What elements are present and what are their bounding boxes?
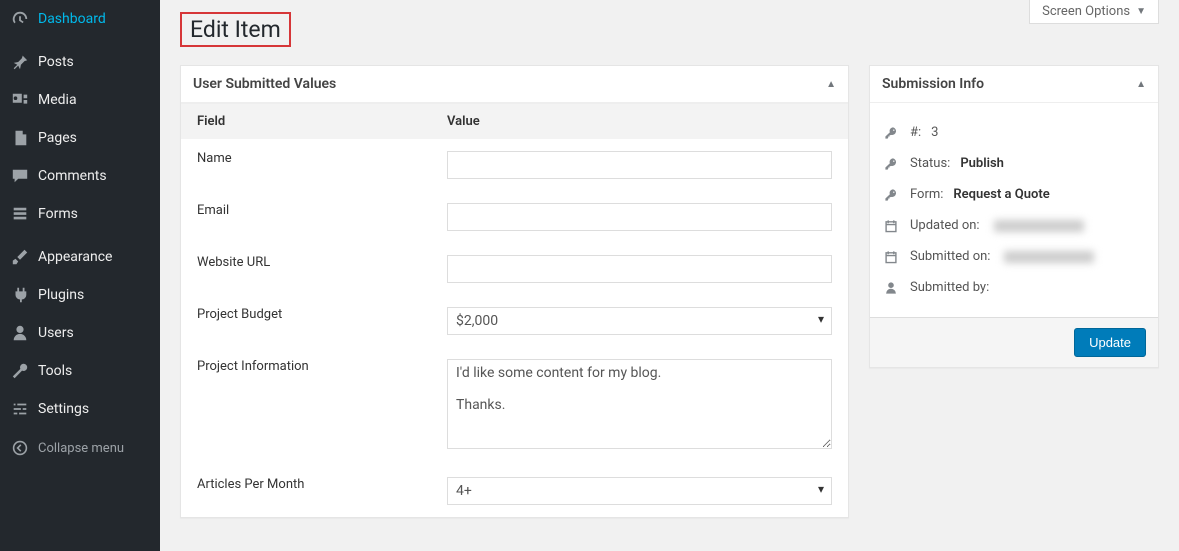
info-form: Form: Request a Quote bbox=[884, 179, 1144, 210]
nav-appearance[interactable]: Appearance bbox=[0, 238, 160, 276]
values-panel-header[interactable]: User Submitted Values ▲ bbox=[181, 66, 848, 103]
key-icon bbox=[884, 157, 900, 171]
collapse-label: Collapse menu bbox=[38, 441, 124, 456]
nav-settings[interactable]: Settings bbox=[0, 390, 160, 428]
info-value: Publish bbox=[960, 156, 1004, 171]
user-icon bbox=[884, 281, 900, 295]
nav-plugins[interactable]: Plugins bbox=[0, 276, 160, 314]
brush-icon bbox=[10, 247, 30, 267]
submission-panel: Submission Info ▲ #: 3 Status: Publish bbox=[869, 65, 1159, 368]
nav-label: Users bbox=[38, 325, 74, 341]
admin-sidebar: Dashboard Posts Media Pages Comments For… bbox=[0, 0, 160, 551]
media-icon bbox=[10, 90, 30, 110]
plug-icon bbox=[10, 285, 30, 305]
submission-panel-title: Submission Info bbox=[882, 76, 984, 92]
info-label: Form: bbox=[910, 187, 943, 202]
info-submitted: Submitted on: bbox=[884, 241, 1144, 272]
collapse-menu[interactable]: Collapse menu bbox=[0, 428, 160, 468]
info-updated: Updated on: bbox=[884, 210, 1144, 241]
calendar-icon bbox=[884, 219, 900, 233]
field-label: Name bbox=[181, 139, 431, 191]
nav-forms[interactable]: Forms bbox=[0, 195, 160, 233]
nav-label: Forms bbox=[38, 206, 78, 222]
nav-label: Posts bbox=[38, 54, 74, 70]
pin-icon bbox=[10, 52, 30, 72]
nav-label: Pages bbox=[38, 130, 77, 146]
nav-label: Media bbox=[38, 92, 77, 108]
pages-icon bbox=[10, 128, 30, 148]
nav-dashboard[interactable]: Dashboard bbox=[0, 0, 160, 38]
values-panel: User Submitted Values ▲ Field Value bbox=[180, 65, 849, 518]
email-input[interactable] bbox=[447, 203, 832, 231]
key-icon bbox=[884, 188, 900, 202]
nav-media[interactable]: Media bbox=[0, 81, 160, 119]
row-name: Name bbox=[181, 139, 848, 191]
screen-options-tab[interactable]: Screen Options ▼ bbox=[1029, 0, 1159, 24]
info-label: Submitted on: bbox=[910, 249, 990, 264]
main-content: Screen Options ▼ Edit Item User Submitte… bbox=[160, 0, 1179, 551]
field-label: Website URL bbox=[181, 243, 431, 295]
wrench-icon bbox=[10, 361, 30, 381]
redacted-value bbox=[994, 220, 1084, 232]
info-label: Updated on: bbox=[910, 218, 980, 233]
budget-select[interactable]: $2,000 bbox=[447, 307, 832, 335]
triangle-up-icon: ▲ bbox=[826, 79, 836, 90]
info-label: Submitted by: bbox=[910, 280, 989, 295]
row-email: Email bbox=[181, 191, 848, 243]
nav-label: Comments bbox=[38, 168, 107, 184]
info-by: Submitted by: bbox=[884, 272, 1144, 303]
nav-users[interactable]: Users bbox=[0, 314, 160, 352]
field-label: Project Information bbox=[181, 347, 431, 465]
screen-options-label: Screen Options bbox=[1042, 4, 1130, 19]
col-value: Value bbox=[431, 104, 848, 140]
user-icon bbox=[10, 323, 30, 343]
nav-label: Tools bbox=[38, 363, 72, 379]
key-icon bbox=[884, 126, 900, 140]
field-label: Email bbox=[181, 191, 431, 243]
collapse-icon bbox=[10, 438, 30, 458]
nav-label: Dashboard bbox=[38, 11, 106, 27]
dashboard-icon bbox=[10, 9, 30, 29]
submission-panel-header[interactable]: Submission Info ▲ bbox=[870, 66, 1158, 103]
nav-comments[interactable]: Comments bbox=[0, 157, 160, 195]
info-value: Request a Quote bbox=[953, 187, 1049, 202]
comments-icon bbox=[10, 166, 30, 186]
name-input[interactable] bbox=[447, 151, 832, 179]
row-articles: Articles Per Month 4+ bbox=[181, 465, 848, 517]
nav-pages[interactable]: Pages bbox=[0, 119, 160, 157]
info-label: #: bbox=[910, 125, 921, 140]
articles-select[interactable]: 4+ bbox=[447, 477, 832, 505]
caret-down-icon: ▼ bbox=[1136, 6, 1146, 17]
nav-posts[interactable]: Posts bbox=[0, 43, 160, 81]
redacted-value bbox=[1004, 251, 1094, 263]
col-field: Field bbox=[181, 104, 431, 140]
sliders-icon bbox=[10, 399, 30, 419]
nav-label: Settings bbox=[38, 401, 89, 417]
website-input[interactable] bbox=[447, 255, 832, 283]
forms-icon bbox=[10, 204, 30, 224]
page-title: Edit Item bbox=[180, 12, 291, 47]
nav-label: Appearance bbox=[38, 249, 112, 265]
values-table: Field Value Name Email bbox=[181, 103, 848, 517]
info-status: Status: Publish bbox=[884, 148, 1144, 179]
nav-label: Plugins bbox=[38, 287, 84, 303]
row-budget: Project Budget $2,000 bbox=[181, 295, 848, 347]
calendar-icon bbox=[884, 250, 900, 264]
info-label: Status: bbox=[910, 156, 950, 171]
info-value: 3 bbox=[931, 125, 938, 140]
field-label: Project Budget bbox=[181, 295, 431, 347]
row-website: Website URL bbox=[181, 243, 848, 295]
field-label: Articles Per Month bbox=[181, 465, 431, 517]
nav-tools[interactable]: Tools bbox=[0, 352, 160, 390]
triangle-up-icon: ▲ bbox=[1136, 79, 1146, 90]
info-id: #: 3 bbox=[884, 117, 1144, 148]
update-button[interactable]: Update bbox=[1074, 328, 1146, 357]
row-info: Project Information I'd like some conten… bbox=[181, 347, 848, 465]
values-panel-title: User Submitted Values bbox=[193, 76, 336, 92]
info-textarea[interactable]: I'd like some content for my blog. Thank… bbox=[447, 359, 832, 449]
